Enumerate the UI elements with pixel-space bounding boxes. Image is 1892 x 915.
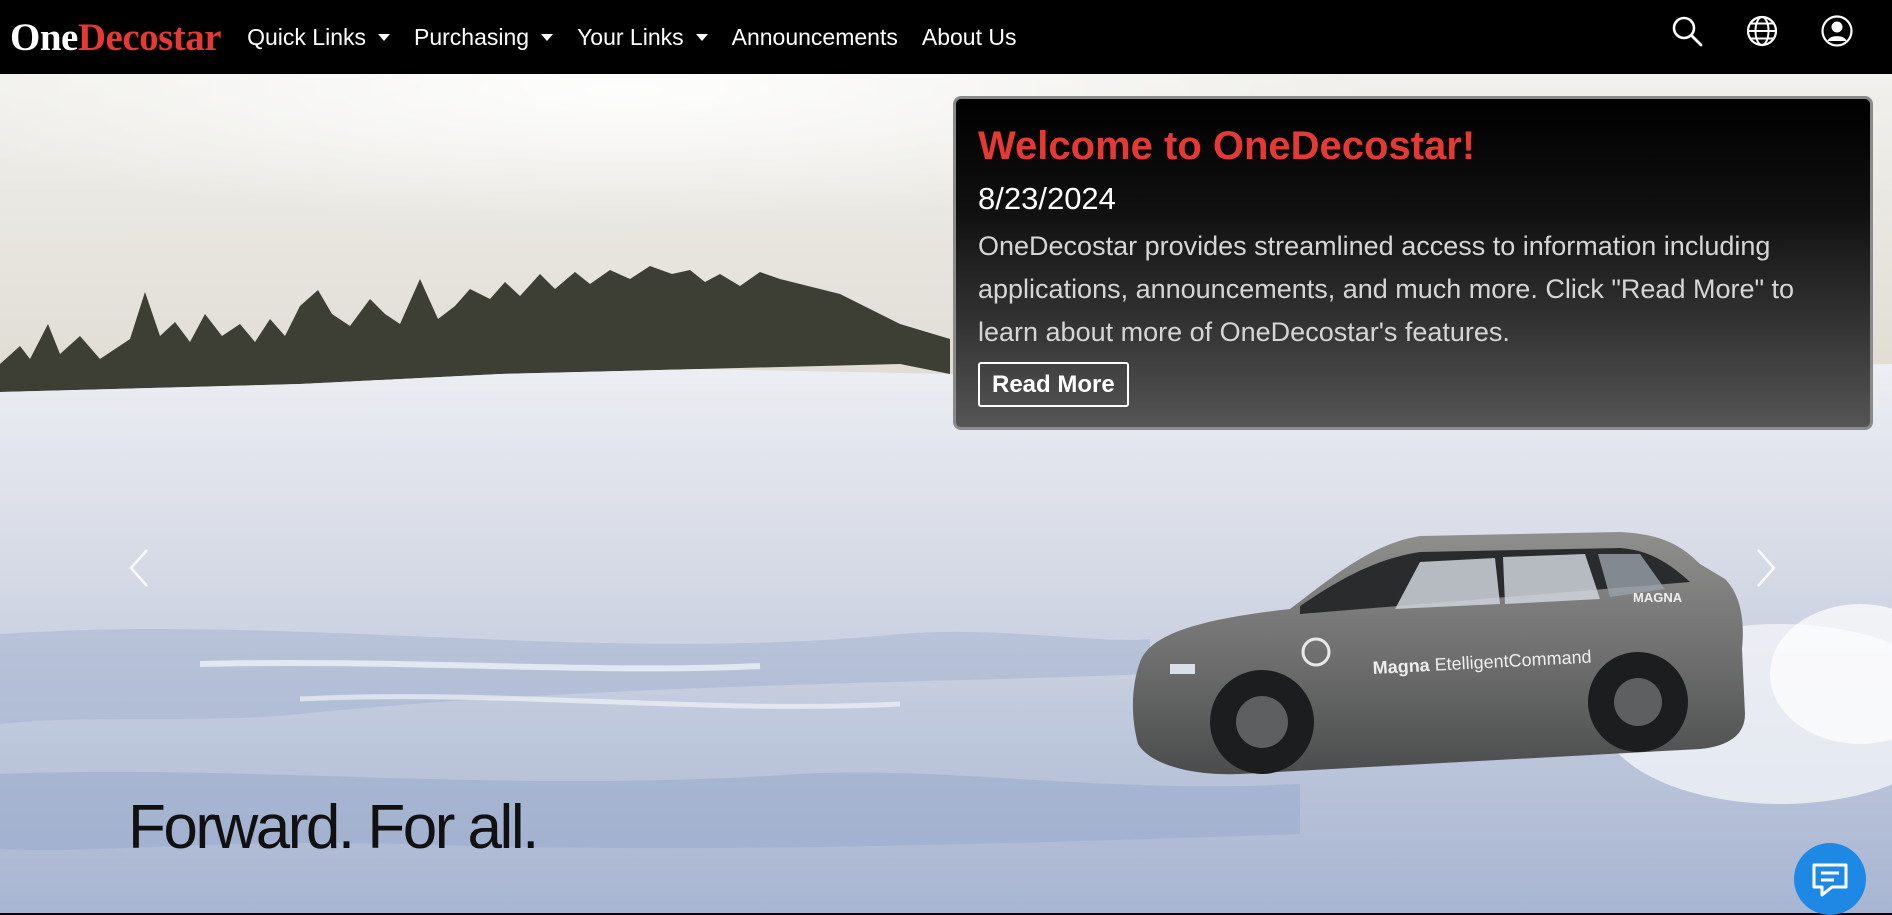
nav-quick-links-label: Quick Links <box>247 23 366 50</box>
chat-icon <box>1812 863 1848 897</box>
nav-your-links-label: Your Links <box>577 23 684 50</box>
carousel-next-button[interactable] <box>1750 544 1780 592</box>
announcement-title: Welcome to OneDecostar! <box>978 124 1476 168</box>
search-icon[interactable] <box>1670 14 1704 48</box>
globe-icon[interactable] <box>1745 14 1779 48</box>
car-badge-text: MAGNA <box>1633 590 1683 605</box>
nav-about-us[interactable]: About Us <box>922 24 1017 51</box>
hero-tagline: Forward. For all. <box>128 793 539 862</box>
read-more-button[interactable]: Read More <box>978 361 1129 407</box>
nav-purchasing[interactable]: Purchasing <box>413 23 554 51</box>
chevron-right-icon <box>1757 549 1776 587</box>
announcement-date: 8/23/2024 <box>978 181 1116 216</box>
user-account-icon[interactable] <box>1820 14 1854 48</box>
logo-text-one: One <box>10 15 78 59</box>
chevron-down-icon <box>695 33 708 41</box>
chevron-down-icon <box>541 33 554 41</box>
nav-your-links[interactable]: Your Links <box>577 24 708 51</box>
nav-quick-links[interactable]: Quick Links <box>247 24 390 51</box>
chat-button[interactable] <box>1794 843 1866 915</box>
nav-announcements[interactable]: Announcements <box>732 24 898 51</box>
announcement-body: OneDecostar provides streamlined access … <box>978 230 1795 347</box>
logo-text-decostar: Decostar <box>77 15 222 59</box>
nav-purchasing-label: Purchasing <box>413 23 530 50</box>
main-menu: Quick Links Purchasing Your Links Announ… <box>247 24 1040 51</box>
chevron-down-icon <box>377 33 390 41</box>
nav-announcements-label: Announcements <box>731 23 898 50</box>
car-brand-text: Magna <box>1372 655 1431 678</box>
nav-about-us-label: About Us <box>921 23 1017 50</box>
chevron-left-icon <box>129 549 148 587</box>
top-navigation-bar: OneDecostar Quick Links Purchasing Your … <box>0 0 1892 74</box>
carousel-prev-button[interactable] <box>125 544 155 592</box>
site-logo[interactable]: OneDecostar <box>10 15 222 59</box>
welcome-announcement-card: Welcome to OneDecostar! 8/23/2024 OneDec… <box>953 96 1873 430</box>
